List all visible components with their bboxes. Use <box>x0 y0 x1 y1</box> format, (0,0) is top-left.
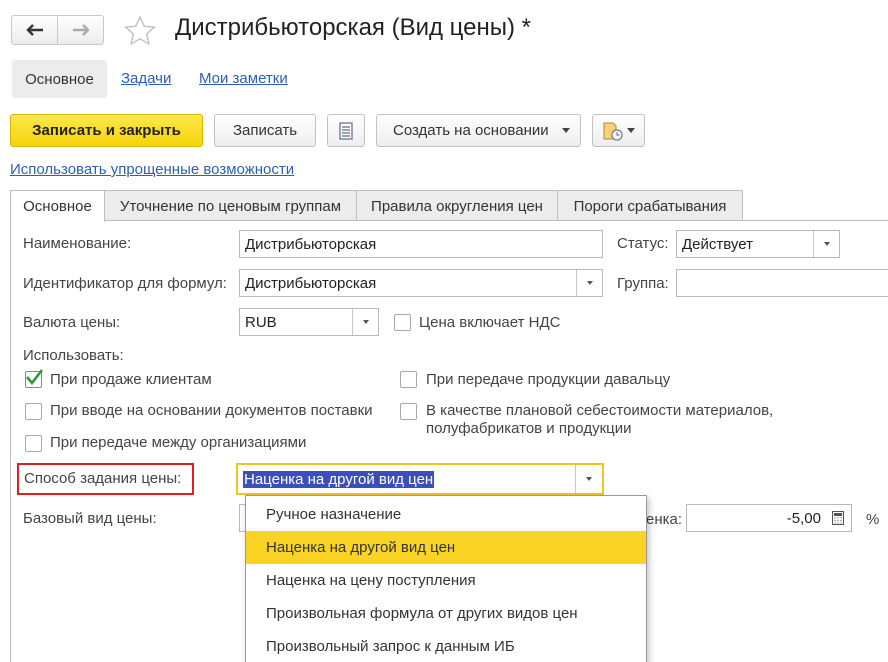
currency-dropdown-button[interactable] <box>352 309 378 335</box>
tab-main[interactable]: Основное <box>10 190 105 222</box>
ident-field[interactable]: Дистрибьюторская <box>239 269 603 297</box>
save-and-close-button[interactable]: Записать и закрыть <box>10 114 203 147</box>
inter-org-label: При передаче между организациями <box>50 434 307 451</box>
section-notes-link[interactable]: Мои заметки <box>199 70 288 87</box>
chevron-down-icon <box>586 281 593 285</box>
arrow-left-icon <box>25 24 43 36</box>
create-based-on-label: Создать на основании <box>393 122 549 139</box>
dropdown-item[interactable]: Произвольная формула от других видов цен <box>246 597 646 630</box>
supply-docs-checkbox[interactable] <box>25 403 42 420</box>
chevron-down-icon <box>562 128 570 133</box>
dropdown-item[interactable]: Наценка на цену поступления <box>246 564 646 597</box>
planned-cost-checkbox[interactable] <box>400 403 417 420</box>
section-main[interactable]: Основное <box>12 60 107 98</box>
form-tabs: Основное Уточнение по ценовым группам Пр… <box>10 190 743 222</box>
chevron-down-icon <box>823 242 830 246</box>
tab-price-groups[interactable]: Уточнение по ценовым группам <box>104 190 357 221</box>
tab-thresholds[interactable]: Пороги срабатывания <box>557 190 743 221</box>
sell-to-clients-checkbox[interactable] <box>25 369 44 388</box>
status-dropdown-button[interactable] <box>813 231 839 257</box>
ident-value: Дистрибьюторская <box>245 274 377 292</box>
supply-docs-label: При вводе на основании документов постав… <box>50 402 373 419</box>
calculator-icon <box>832 511 844 525</box>
simplified-features-link[interactable]: Использовать упрощенные возможности <box>10 161 294 178</box>
document-clock-icon <box>603 122 623 141</box>
chevron-down-icon <box>362 320 369 324</box>
method-value: Наценка на другой вид цен <box>243 470 435 488</box>
tab-divider <box>104 220 888 221</box>
history-nav-group <box>11 15 104 45</box>
transfer-to-contractor-label: При передаче продукции давальцу <box>426 371 671 388</box>
currency-label: Валюта цены: <box>23 314 121 331</box>
status-value: Действует <box>682 235 753 253</box>
dropdown-item[interactable]: Произвольный запрос к данным ИБ <box>246 630 646 662</box>
arrow-right-icon <box>72 24 90 36</box>
ident-dropdown-button[interactable] <box>576 270 602 296</box>
document-list-icon <box>339 121 353 140</box>
forward-button[interactable] <box>57 16 103 44</box>
name-label: Наименование: <box>23 235 132 252</box>
method-select[interactable]: Наценка на другой вид цен <box>236 463 604 495</box>
transfer-to-contractor-checkbox[interactable] <box>400 371 417 388</box>
method-dropdown-button[interactable] <box>575 465 602 493</box>
inter-org-checkbox[interactable] <box>25 435 42 452</box>
chevron-down-icon <box>586 477 592 481</box>
markup-value: -5,00 <box>786 509 821 527</box>
planned-cost-label-line1: В качестве плановой себестоимости матери… <box>426 402 774 419</box>
dropdown-item[interactable]: Ручное назначение <box>246 498 646 531</box>
tab-left-border <box>10 220 11 662</box>
planned-cost-label-line2: полуфабрикатов и продукции <box>426 420 632 437</box>
method-label: Способ задания цены: <box>24 470 182 487</box>
price-method-dropdown-list: Ручное назначение Наценка на другой вид … <box>245 495 647 662</box>
group-field[interactable] <box>676 269 888 297</box>
attachments-button[interactable] <box>592 114 645 147</box>
save-button[interactable]: Записать <box>214 114 316 147</box>
status-select[interactable]: Действует <box>676 230 840 258</box>
back-button[interactable] <box>12 16 57 44</box>
chevron-down-icon <box>627 128 635 133</box>
use-label: Использовать: <box>23 347 124 364</box>
markup-label: енка: <box>646 511 683 528</box>
markup-unit: % <box>866 511 880 528</box>
section-tasks-link[interactable]: Задачи <box>121 70 171 87</box>
name-field[interactable]: Дистрибьюторская <box>239 230 603 258</box>
favorite-star-icon[interactable] <box>124 15 156 47</box>
group-label: Группа: <box>617 275 669 292</box>
currency-value: RUB <box>245 313 277 331</box>
calculator-button[interactable] <box>825 505 851 531</box>
dropdown-item-selected[interactable]: Наценка на другой вид цен <box>246 531 646 564</box>
vat-label: Цена включает НДС <box>419 314 561 331</box>
sell-to-clients-label: При продаже клиентам <box>50 371 212 388</box>
base-price-label: Базовый вид цены: <box>23 510 157 527</box>
page-title: Дистрибьюторская (Вид цены) * <box>175 14 531 41</box>
vat-checkbox[interactable] <box>394 314 411 331</box>
markup-field[interactable]: -5,00 <box>686 504 852 532</box>
report-button[interactable] <box>327 114 365 147</box>
tab-rounding-rules[interactable]: Правила округления цен <box>356 190 558 221</box>
currency-select[interactable]: RUB <box>239 308 379 336</box>
status-label: Статус: <box>617 235 669 252</box>
checkmark-icon <box>26 369 44 386</box>
create-based-on-button[interactable]: Создать на основании <box>376 114 581 147</box>
ident-label: Идентификатор для формул: <box>23 275 227 292</box>
